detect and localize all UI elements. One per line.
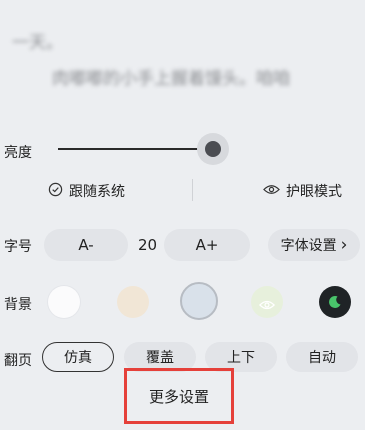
- brightness-slider-track[interactable]: [58, 148, 213, 150]
- follow-system-toggle[interactable]: 跟随系统: [48, 181, 125, 201]
- eye-icon: [263, 183, 280, 200]
- reader-line: 肉嘟嘟的小手上握着馒头。咱咱: [52, 69, 290, 89]
- more-settings-button[interactable]: 更多设置: [124, 368, 234, 424]
- page-turn-option-simulate[interactable]: 仿真: [42, 342, 114, 372]
- eye-icon: [259, 296, 275, 315]
- font-settings-label: 字体设置: [280, 238, 337, 254]
- background-swatch-night[interactable]: [319, 286, 351, 318]
- background-swatch-eye-green[interactable]: [251, 286, 283, 318]
- page-turn-option-auto[interactable]: 自动: [286, 342, 358, 372]
- font-increase-button[interactable]: A+: [164, 229, 250, 261]
- eye-protection-toggle[interactable]: 护眼模式: [263, 181, 342, 201]
- brightness-label: 亮度: [4, 145, 32, 161]
- check-circle-icon: [48, 182, 63, 201]
- background-swatch-peach[interactable]: [117, 286, 149, 318]
- page-turn-label: 翻页: [4, 353, 32, 369]
- font-size-value: 20: [138, 236, 158, 254]
- eye-protection-label: 护眼模式: [286, 184, 342, 200]
- reader-line: 一天。: [12, 33, 63, 53]
- moon-icon: [328, 294, 342, 313]
- divider: [192, 179, 193, 201]
- font-settings-button[interactable]: 字体设置 ›: [268, 229, 360, 261]
- background-swatch-white[interactable]: [48, 286, 80, 318]
- reader-content: 一天。 肉嘟嘟的小手上握着馒头。咱咱: [0, 0, 365, 125]
- follow-system-label: 跟随系统: [69, 184, 125, 200]
- brightness-slider-thumb[interactable]: [205, 141, 221, 157]
- background-label: 背景: [4, 297, 32, 313]
- font-size-label: 字号: [4, 239, 32, 255]
- background-swatch-light-blue[interactable]: [180, 282, 218, 320]
- chevron-right-icon: ›: [340, 235, 348, 255]
- font-decrease-button[interactable]: A-: [44, 229, 128, 261]
